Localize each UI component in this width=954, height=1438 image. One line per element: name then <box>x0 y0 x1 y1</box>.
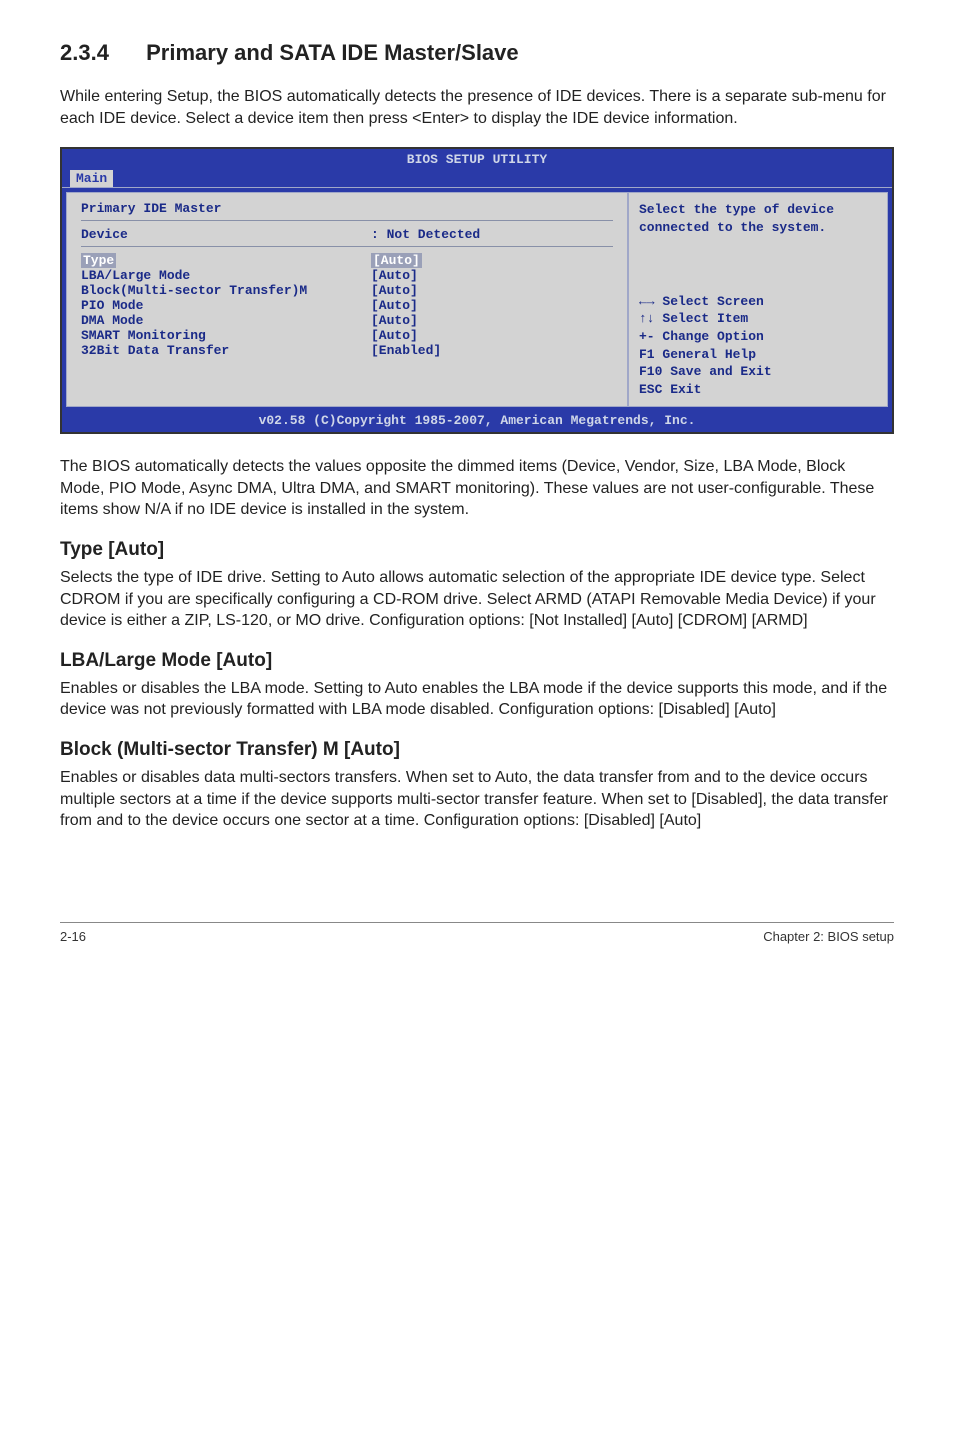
bios-key-line: F1 General Help <box>639 346 877 364</box>
bios-device-label: Device <box>81 227 371 242</box>
bios-setting-key: Block(Multi-sector Transfer)M <box>81 283 371 298</box>
page-footer: 2-16 Chapter 2: BIOS setup <box>60 922 894 944</box>
subsection-heading: Block (Multi-sector Transfer) M [Auto] <box>60 739 894 761</box>
bios-setting-row: SMART Monitoring[Auto] <box>81 328 613 343</box>
subsection-body: Enables or disables data multi-sectors t… <box>60 767 894 832</box>
bios-key-line: F10 Save and Exit <box>639 363 877 381</box>
bios-setting-value: [Auto] <box>371 313 418 328</box>
bios-setting-value: [Enabled] <box>371 343 441 358</box>
bios-setting-value: [Auto] <box>371 268 418 283</box>
bios-footer: v02.58 (C)Copyright 1985-2007, American … <box>62 411 892 432</box>
bios-screenshot: BIOS SETUP UTILITY Main Primary IDE Mast… <box>60 147 894 434</box>
bios-setting-value: [Auto] <box>371 298 418 313</box>
bios-settings-list: Type[Auto]LBA/Large Mode[Auto]Block(Mult… <box>81 253 613 358</box>
bios-right-pane: Select the type of device connected to t… <box>628 192 888 407</box>
section-number: 2.3.4 <box>60 40 140 66</box>
intro-paragraph: While entering Setup, the BIOS automatic… <box>60 86 894 129</box>
bios-setting-value: [Auto] <box>371 253 422 268</box>
bios-tab-main: Main <box>70 170 113 187</box>
section-title-text: Primary and SATA IDE Master/Slave <box>146 40 519 65</box>
bios-key-line: ↑↓ Select Item <box>639 310 877 328</box>
subsection-body: Selects the type of IDE drive. Setting t… <box>60 567 894 632</box>
bios-title: BIOS SETUP UTILITY <box>62 149 892 170</box>
bios-setting-key: LBA/Large Mode <box>81 268 371 283</box>
bios-pane-header: Primary IDE Master <box>81 201 613 216</box>
bios-key-legend: ←→ Select Screen↑↓ Select Item+- Change … <box>639 293 877 398</box>
bios-setting-value: [Auto] <box>371 328 418 343</box>
bios-setting-value: [Auto] <box>371 283 418 298</box>
bios-setting-key: SMART Monitoring <box>81 328 371 343</box>
page-number: 2-16 <box>60 929 86 944</box>
divider <box>81 246 613 247</box>
bios-tabs: Main <box>62 170 892 187</box>
bios-setting-row: LBA/Large Mode[Auto] <box>81 268 613 283</box>
subsection-heading: LBA/Large Mode [Auto] <box>60 650 894 672</box>
bios-key-line: +- Change Option <box>639 328 877 346</box>
bios-body: Primary IDE Master Device : Not Detected… <box>62 187 892 411</box>
divider <box>81 220 613 221</box>
bios-help-text: Select the type of device connected to t… <box>639 201 877 236</box>
bios-setting-row: PIO Mode[Auto] <box>81 298 613 313</box>
bios-setting-key: DMA Mode <box>81 313 371 328</box>
bios-left-pane: Primary IDE Master Device : Not Detected… <box>66 192 628 407</box>
bios-setting-row: Type[Auto] <box>81 253 613 268</box>
section-heading: 2.3.4 Primary and SATA IDE Master/Slave <box>60 40 894 66</box>
bios-setting-row: DMA Mode[Auto] <box>81 313 613 328</box>
bios-setting-row: 32Bit Data Transfer[Enabled] <box>81 343 613 358</box>
bios-setting-key: PIO Mode <box>81 298 371 313</box>
bios-setting-row: Block(Multi-sector Transfer)M[Auto] <box>81 283 613 298</box>
bios-setting-key: 32Bit Data Transfer <box>81 343 371 358</box>
bios-device-row: Device : Not Detected <box>81 227 613 242</box>
after-bios-paragraph: The BIOS automatically detects the value… <box>60 456 894 521</box>
bios-setting-key: Type <box>81 253 371 268</box>
subsection-body: Enables or disables the LBA mode. Settin… <box>60 678 894 721</box>
bios-device-value: : Not Detected <box>371 227 480 242</box>
bios-key-line: ESC Exit <box>639 381 877 399</box>
bios-key-line: ←→ Select Screen <box>639 293 877 311</box>
chapter-label: Chapter 2: BIOS setup <box>763 929 894 944</box>
subsection-heading: Type [Auto] <box>60 539 894 561</box>
